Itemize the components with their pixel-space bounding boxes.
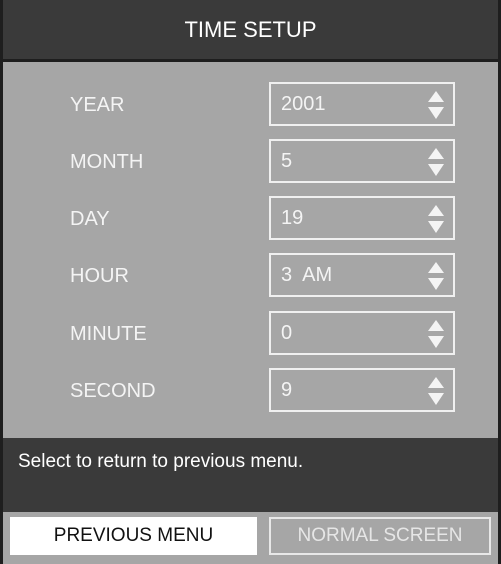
up-down-spinner-icon[interactable] xyxy=(428,205,444,233)
year-spinner[interactable]: 2001 xyxy=(269,82,455,126)
year-value: 2001 xyxy=(281,93,326,115)
normal-screen-button[interactable]: NORMAL SCREEN xyxy=(269,517,491,555)
year-label: YEAR xyxy=(70,94,125,116)
time-setup-panel: TIME SETUP YEAR 2001 MONTH 5 DAY 19 HOUR… xyxy=(0,0,501,564)
month-row: MONTH 5 xyxy=(0,139,501,189)
hour-value: 3 AM xyxy=(281,264,333,286)
up-down-spinner-icon[interactable] xyxy=(428,320,444,348)
day-spinner[interactable]: 19 xyxy=(269,196,455,240)
hour-spinner[interactable]: 3 AM xyxy=(269,253,455,297)
previous-menu-button[interactable]: PREVIOUS MENU xyxy=(10,517,257,555)
day-label: DAY xyxy=(70,208,110,230)
second-row: SECOND 9 xyxy=(0,368,501,418)
up-down-spinner-icon[interactable] xyxy=(428,262,444,290)
hour-label: HOUR xyxy=(70,265,129,287)
second-label: SECOND xyxy=(70,380,156,402)
second-value: 9 xyxy=(281,379,293,401)
minute-spinner[interactable]: 0 xyxy=(269,311,455,355)
button-bar: PREVIOUS MENU NORMAL SCREEN xyxy=(3,512,498,564)
minute-label: MINUTE xyxy=(70,323,147,345)
up-down-spinner-icon[interactable] xyxy=(428,148,444,176)
month-value: 5 xyxy=(281,150,293,172)
up-down-spinner-icon[interactable] xyxy=(428,91,444,119)
hour-row: HOUR 3 AM xyxy=(0,253,501,303)
day-row: DAY 19 xyxy=(0,196,501,246)
minute-value: 0 xyxy=(281,322,293,344)
up-down-spinner-icon[interactable] xyxy=(428,377,444,405)
year-row: YEAR 2001 xyxy=(0,82,501,132)
month-spinner[interactable]: 5 xyxy=(269,139,455,183)
second-spinner[interactable]: 9 xyxy=(269,368,455,412)
status-message: Select to return to previous menu. xyxy=(3,438,498,512)
page-title: TIME SETUP xyxy=(3,0,498,62)
minute-row: MINUTE 0 xyxy=(0,311,501,361)
month-label: MONTH xyxy=(70,151,144,173)
day-value: 19 xyxy=(281,207,304,229)
